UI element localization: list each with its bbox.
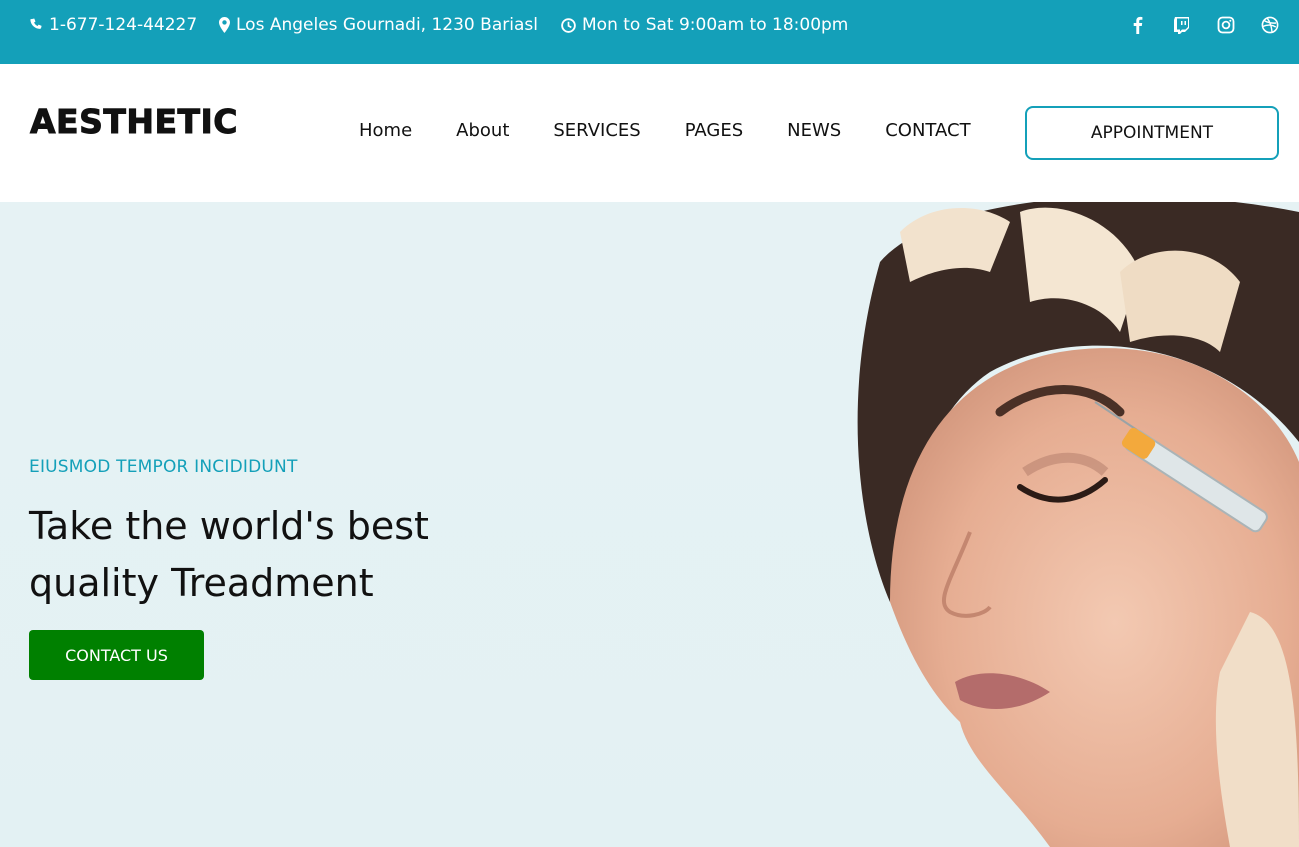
phone-info[interactable]: 1-677-124-44227: [29, 15, 197, 35]
nav-news[interactable]: NEWS: [787, 120, 841, 141]
address-info: Los Angeles Gournadi, 1230 Bariasl: [219, 15, 538, 35]
appointment-button[interactable]: APPOINTMENT: [1025, 106, 1279, 160]
hero-headline-line-1: Take the world's best: [29, 504, 429, 548]
instagram-icon[interactable]: [1217, 16, 1235, 34]
map-pin-icon: [219, 17, 230, 33]
hero-treatment-photo: [857, 202, 1299, 847]
hero-section: EIUSMOD TEMPOR INCIDIDUNT Take the world…: [0, 202, 1299, 847]
address-text: Los Angeles Gournadi, 1230 Bariasl: [236, 15, 538, 35]
top-bar: 1-677-124-44227 Los Angeles Gournadi, 12…: [0, 0, 1299, 64]
facebook-icon[interactable]: [1129, 16, 1147, 34]
main-header: AESTHETIC Home About SERVICES PAGES NEWS…: [0, 64, 1299, 202]
hours-info: Mon to Sat 9:00am to 18:00pm: [561, 15, 848, 35]
phone-icon: [30, 18, 42, 29]
social-links: [1129, 16, 1279, 34]
nav-home[interactable]: Home: [359, 120, 412, 141]
twitch-icon[interactable]: [1173, 16, 1191, 34]
hero-headline-line-2: quality Treadment: [29, 561, 374, 605]
contact-us-button[interactable]: CONTACT US: [29, 630, 204, 680]
nav-about[interactable]: About: [456, 120, 509, 141]
hero-eyebrow: EIUSMOD TEMPOR INCIDIDUNT: [29, 457, 298, 477]
hero-headline: Take the world's best quality Treadment: [29, 498, 489, 612]
clock-icon: [561, 17, 576, 33]
nav-contact[interactable]: CONTACT: [885, 120, 970, 141]
site-logo[interactable]: AESTHETIC: [29, 102, 238, 142]
dribbble-icon[interactable]: [1261, 16, 1279, 34]
hours-text: Mon to Sat 9:00am to 18:00pm: [582, 15, 849, 35]
phone-text: 1-677-124-44227: [49, 15, 198, 35]
nav-pages[interactable]: PAGES: [685, 120, 743, 141]
nav-services[interactable]: SERVICES: [553, 120, 640, 141]
main-nav: Home About SERVICES PAGES NEWS CONTACT: [359, 120, 971, 141]
